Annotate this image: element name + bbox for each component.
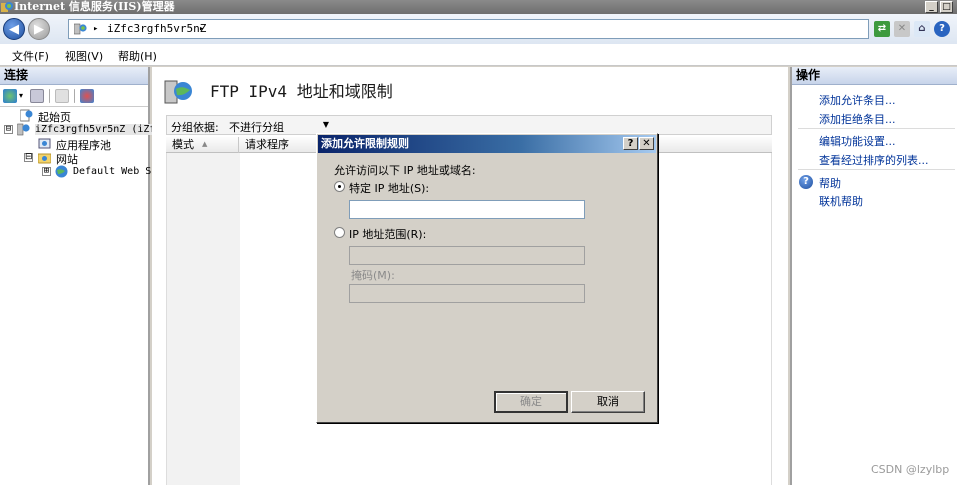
refresh-icon[interactable]: ⇄: [874, 21, 890, 37]
dialog-prompt: 允许访问以下 IP 地址或域名:: [334, 164, 476, 177]
connections-header: 连接: [0, 67, 148, 85]
tree-label: iZfc3rgfh5vr5nZ (iZf: [35, 124, 156, 135]
actions-header: 操作: [792, 67, 957, 85]
specific-ip-radio[interactable]: [334, 181, 345, 192]
ip-range-radio[interactable]: [334, 227, 345, 238]
iis-app-icon: [1, 2, 13, 12]
cancel-button[interactable]: 取消: [571, 391, 645, 413]
start-page-icon: [20, 109, 33, 122]
connections-toolbar: ▾: [0, 85, 148, 107]
help-icon[interactable]: ?: [934, 21, 950, 37]
navigation-bar: ◀ ▶ ▸ iZfc3rgfh5vr5nZ ▸ ⇄ ✕ ⌂ ?: [0, 14, 957, 44]
actions-divider: [798, 128, 955, 129]
dialog-help-button[interactable]: ?: [623, 137, 638, 150]
breadcrumb-separator: ▸: [93, 24, 99, 34]
ftp-restrictions-icon: [164, 80, 192, 104]
help-link[interactable]: 帮助: [819, 175, 841, 191]
minimize-button[interactable]: _: [925, 1, 938, 13]
server-icon: [17, 123, 30, 136]
menu-bar: 文件(F) 视图(V) 帮助(H): [0, 44, 957, 66]
sites-folder-icon: [38, 153, 51, 164]
expand-icon[interactable]: ⊞: [42, 167, 51, 176]
toolbar-divider-2: [74, 89, 75, 103]
collapse-icon[interactable]: ⊟: [24, 153, 33, 162]
actions-panel: 操作 添加允许条目... 添加拒绝条目... 编辑功能设置... 查看经过排序的…: [790, 67, 957, 485]
page-title: FTP IPv4 地址和域限制: [210, 82, 393, 101]
server-icon: [74, 23, 87, 35]
ok-button[interactable]: 确定: [494, 391, 568, 413]
dropdown-arrow-icon[interactable]: ▾: [19, 89, 27, 103]
collapse-icon[interactable]: ⊟: [4, 125, 13, 134]
dialog-close-button[interactable]: ✕: [639, 137, 654, 150]
add-allow-entry-link[interactable]: 添加允许条目...: [819, 92, 896, 108]
home-icon[interactable]: ⌂: [914, 21, 930, 37]
tree-label: Default Web S:: [73, 166, 158, 177]
arrow-left-icon: ◀: [9, 21, 19, 37]
globe-icon: [55, 165, 68, 178]
add-deny-entry-link[interactable]: 添加拒绝条目...: [819, 111, 896, 127]
dialog-titlebar: 添加允许限制规则 ? ✕: [318, 135, 656, 153]
sorted-column-shading: [167, 153, 240, 485]
up-level-icon[interactable]: [55, 89, 69, 103]
address-bar[interactable]: ▸ iZfc3rgfh5vr5nZ ▸: [68, 19, 869, 39]
connections-panel: 连接 ▾ 起始页 ⊟ iZfc3rgfh5vr5nZ (iZf 应用程序池 ⊟ …: [0, 67, 157, 485]
group-by-label: 分组依据:: [171, 121, 219, 134]
stop-icon[interactable]: ✕: [894, 21, 910, 37]
specific-ip-input[interactable]: [350, 201, 584, 218]
sort-ascending-icon: ▲: [202, 140, 208, 148]
breadcrumb-server[interactable]: iZfc3rgfh5vr5nZ: [107, 20, 206, 38]
toolbar-divider: [49, 89, 50, 103]
dialog-title: 添加允许限制规则: [321, 137, 409, 150]
watermark-text: CSDN @lzylbp: [871, 463, 950, 476]
window-titlebar: Internet 信息服务(IIS)管理器 _ □: [0, 0, 957, 14]
back-button[interactable]: ◀: [3, 18, 25, 40]
maximize-button[interactable]: □: [940, 1, 953, 13]
specific-ip-label[interactable]: 特定 IP 地址(S):: [349, 180, 429, 196]
ip-range-field: [349, 246, 585, 265]
ip-range-label[interactable]: IP 地址范围(R):: [349, 226, 426, 242]
add-allow-rule-dialog: 添加允许限制规则 ? ✕ 允许访问以下 IP 地址或域名: 特定 IP 地址(S…: [316, 133, 658, 423]
online-help-link[interactable]: 联机帮助: [819, 193, 863, 209]
mask-field: [349, 284, 585, 303]
breadcrumb-dropdown[interactable]: ▸: [199, 20, 204, 38]
tree-label: 起始页: [38, 111, 71, 124]
specific-ip-field[interactable]: [349, 200, 585, 219]
actions-divider-2: [798, 169, 955, 170]
disconnect-icon[interactable]: [80, 89, 94, 103]
menu-file[interactable]: 文件(F): [12, 48, 49, 64]
column-mode[interactable]: 模式 ▲: [166, 137, 239, 153]
save-icon[interactable]: [30, 89, 44, 103]
group-by-bar: 分组依据: 不进行分组 ▼: [166, 115, 772, 135]
view-ordered-list-link[interactable]: 查看经过排序的列表...: [819, 152, 929, 168]
menu-view[interactable]: 视图(V): [65, 48, 103, 64]
column-label: 请求程序: [245, 138, 289, 151]
mask-label: 掩码(M):: [351, 269, 395, 282]
help-circle-icon: ?: [799, 175, 813, 189]
ip-range-input: [350, 247, 584, 264]
column-label: 模式: [172, 138, 194, 151]
chevron-down-icon[interactable]: ▼: [319, 118, 333, 132]
edit-feature-settings-link[interactable]: 编辑功能设置...: [819, 133, 896, 149]
mask-input: [350, 285, 584, 302]
window-title: Internet 信息服务(IIS)管理器: [14, 0, 175, 13]
arrow-right-icon: ▶: [34, 21, 44, 37]
app-pool-icon: [38, 138, 51, 149]
forward-button[interactable]: ▶: [28, 18, 50, 40]
connect-icon[interactable]: [3, 89, 17, 103]
menu-help[interactable]: 帮助(H): [118, 48, 157, 64]
group-by-select[interactable]: 不进行分组: [229, 119, 284, 135]
